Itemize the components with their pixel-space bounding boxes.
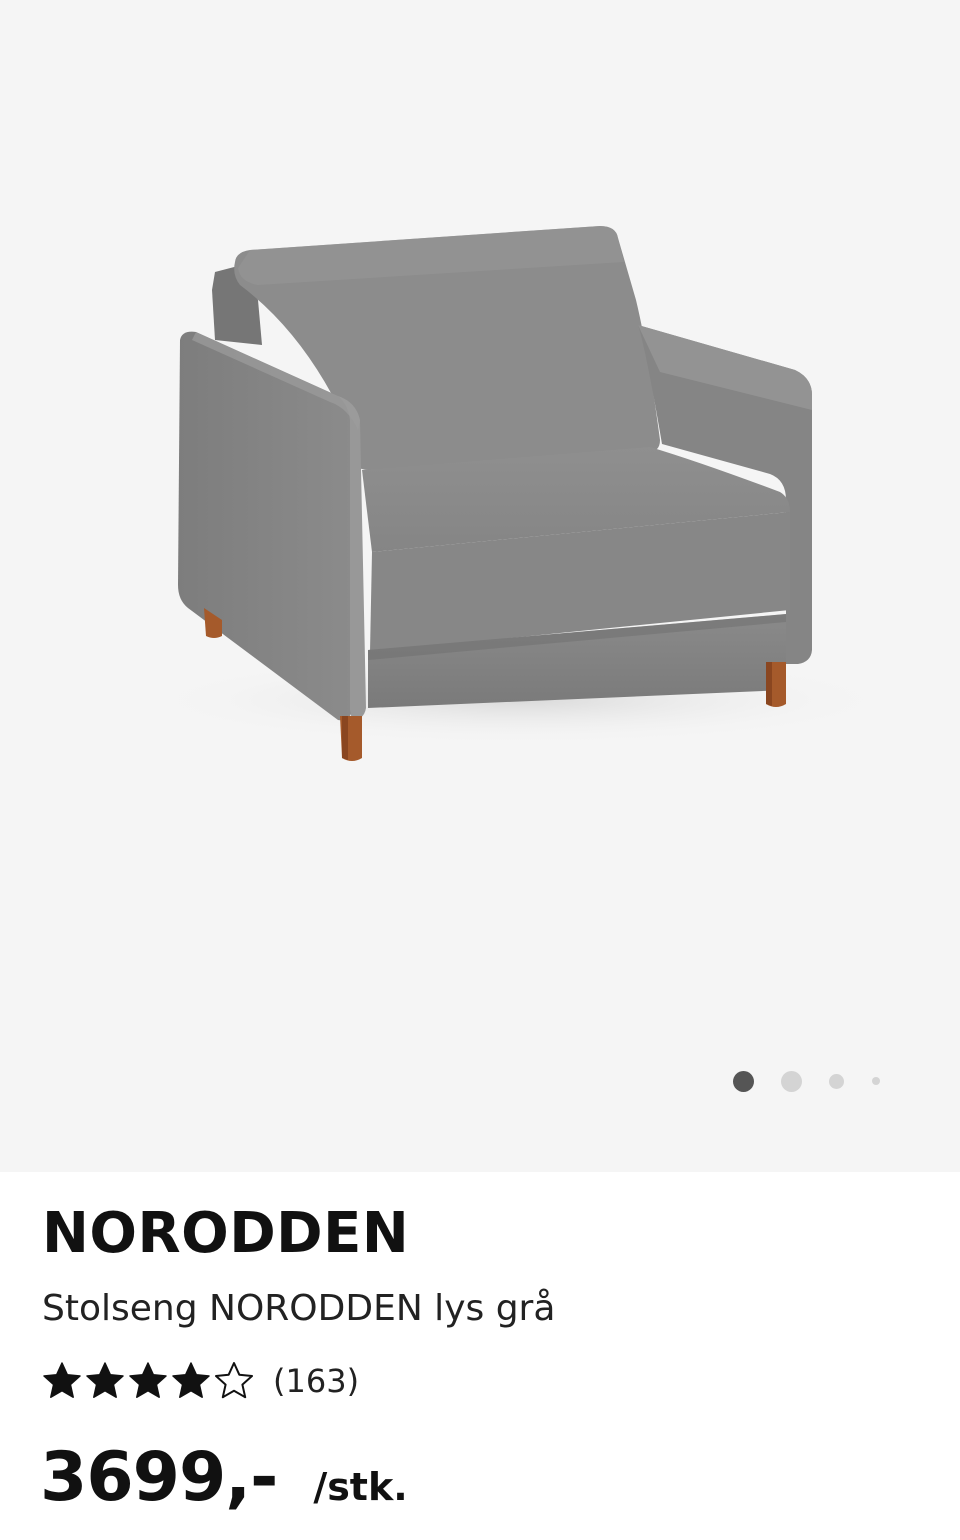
carousel-dot-4[interactable]: [872, 1077, 880, 1085]
product-rating[interactable]: (163): [42, 1355, 359, 1407]
price-value: 3699,-: [40, 1438, 278, 1517]
star-filled-icon: [86, 1362, 124, 1398]
carousel-dot-1[interactable]: [733, 1071, 754, 1092]
review-count: (163): [273, 1362, 360, 1400]
carousel-dot-3[interactable]: [829, 1074, 844, 1089]
product-image-gallery[interactable]: [0, 0, 960, 1172]
price-unit: /stk.: [313, 1465, 408, 1509]
product-name: NORODDEN: [42, 1201, 410, 1266]
product-description: Stolseng NORODDEN lys grå: [42, 1288, 556, 1329]
product-price: 3699,- /stk.: [40, 1433, 408, 1523]
product-page: NORODDEN Stolseng NORODDEN lys grå (163)…: [0, 0, 960, 1540]
star-filled-icon: [43, 1362, 81, 1398]
star-filled-icon: [129, 1362, 167, 1398]
rating-stars: [42, 1361, 257, 1401]
product-image-armchair: [140, 226, 900, 761]
carousel-dot-2[interactable]: [781, 1071, 802, 1092]
star-filled-icon: [172, 1362, 210, 1398]
star-empty-icon: [215, 1362, 253, 1399]
